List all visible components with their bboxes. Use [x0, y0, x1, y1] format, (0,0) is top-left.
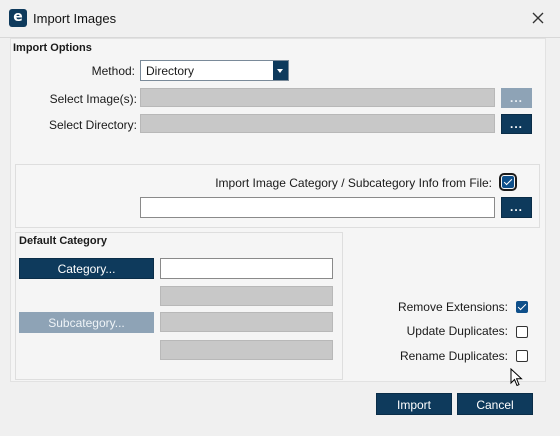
category-field[interactable]	[160, 258, 333, 279]
update-duplicates-checkbox[interactable]	[516, 326, 528, 338]
browse-images-button: ...	[501, 88, 532, 108]
method-label: Method:	[91, 64, 135, 78]
default-category-heading: Default Category	[19, 235, 108, 247]
select-directory-field[interactable]	[140, 114, 495, 133]
browse-category-file-button[interactable]: ...	[501, 197, 532, 218]
subcategory-button: Subcategory...	[19, 312, 154, 333]
import-options-heading: Import Options	[13, 42, 92, 54]
subcategory-field-2	[160, 312, 333, 332]
mouse-pointer-icon	[510, 368, 523, 387]
select-images-field	[140, 88, 495, 107]
category-info-box	[15, 164, 540, 228]
subcategory-field-3	[160, 340, 333, 360]
method-dropdown[interactable]: Directory	[140, 60, 289, 81]
category-button[interactable]: Category...	[19, 258, 154, 279]
update-duplicates-label: Update Duplicates:	[406, 324, 508, 338]
category-info-label: Import Image Category / Subcategory Info…	[215, 176, 492, 190]
close-icon[interactable]	[528, 8, 548, 28]
remove-extensions-label: Remove Extensions:	[397, 300, 508, 314]
remove-extensions-checkbox[interactable]	[516, 301, 528, 313]
app-logo-icon: e	[9, 9, 27, 27]
select-images-label: Select Image(s):	[49, 92, 137, 106]
select-directory-label: Select Directory:	[48, 118, 137, 132]
import-button[interactable]: Import	[376, 393, 452, 415]
category-info-file-input[interactable]	[140, 197, 495, 218]
rename-duplicates-label: Rename Duplicates:	[399, 349, 508, 363]
title-bar: e Import Images	[0, 0, 560, 38]
window-title: Import Images	[33, 11, 117, 26]
category-info-checkbox[interactable]	[499, 173, 517, 191]
browse-directory-button[interactable]: ...	[501, 114, 532, 134]
chevron-down-icon[interactable]	[273, 61, 288, 80]
cancel-button[interactable]: Cancel	[457, 393, 533, 415]
rename-duplicates-checkbox[interactable]	[516, 350, 528, 362]
method-value: Directory	[146, 64, 195, 78]
subcategory-field-1	[160, 286, 333, 306]
